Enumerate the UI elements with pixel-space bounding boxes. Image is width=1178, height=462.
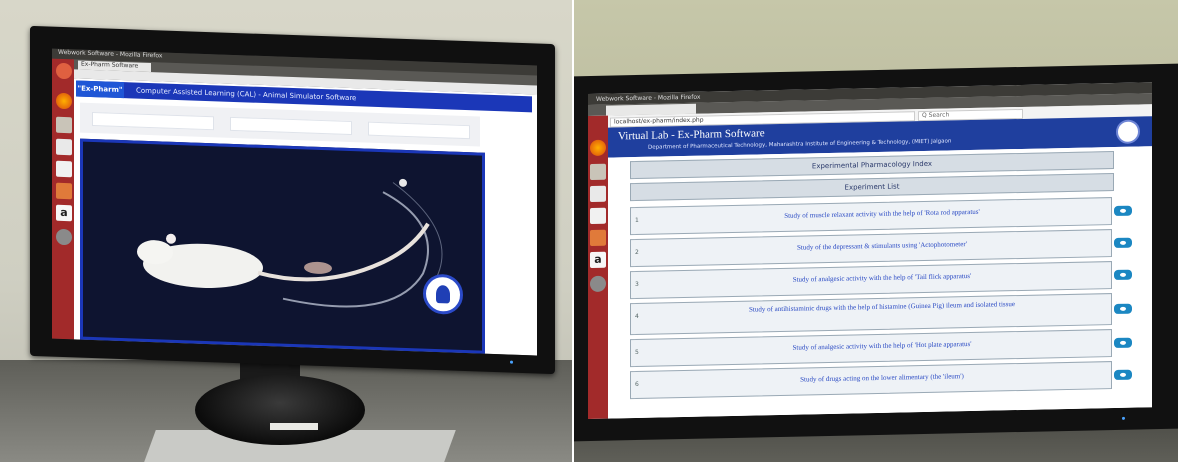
list-label: Experiment List xyxy=(844,182,900,192)
files-icon[interactable] xyxy=(56,116,72,134)
experiment-title[interactable]: Study of antihistaminic drugs with the h… xyxy=(659,298,1105,316)
base-label xyxy=(270,423,318,430)
experiment-number: 5 xyxy=(635,348,639,357)
input-field-1[interactable] xyxy=(92,111,214,131)
input-field-2[interactable] xyxy=(230,116,352,136)
view-experiment-button[interactable] xyxy=(1114,369,1132,381)
app-header-title: Computer Assisted Learning (CAL) - Anima… xyxy=(136,86,357,103)
window-title: Webwork Software - Mozilla Firefox xyxy=(58,48,163,60)
files-icon[interactable] xyxy=(590,163,606,180)
experiment-row: 4 Study of antihistaminic drugs with the… xyxy=(630,293,1112,336)
text-icon[interactable] xyxy=(590,207,606,224)
app-badge: "Ex-Pharm" xyxy=(76,80,124,99)
menu-label: Experimental Pharmacology Index xyxy=(811,159,933,171)
view-experiment-button[interactable] xyxy=(1114,303,1132,315)
view-experiment-button[interactable] xyxy=(1114,205,1132,217)
institute-logo xyxy=(1116,119,1140,144)
experiment-number: 2 xyxy=(635,248,639,257)
right-photo: Webwork Software - Mozilla Firefox local… xyxy=(574,0,1178,462)
app-header-title: Virtual Lab - Ex-Pharm Software xyxy=(618,127,765,143)
screen: Webwork Software - Mozilla Firefox local… xyxy=(588,82,1152,420)
presentation-icon[interactable] xyxy=(56,182,72,200)
experiment-row: 2 Study of the depressant & stimulants u… xyxy=(630,229,1112,268)
experiment-title[interactable]: Study of muscle relaxant activity with t… xyxy=(659,205,1105,222)
monitor-bezel: Webwork Software - Mozilla Firefox local… xyxy=(574,63,1178,442)
amazon-icon[interactable]: a xyxy=(56,204,72,222)
launcher: a xyxy=(588,115,608,420)
amazon-icon[interactable]: a xyxy=(590,251,606,268)
web-page: Virtual Lab - Ex-Pharm Software Departme… xyxy=(608,116,1152,419)
experiment-title[interactable]: Study of analgesic activity with the hel… xyxy=(659,269,1105,286)
monitor-bezel: Webwork Software - Mozilla Firefox Ex-Ph… xyxy=(30,25,555,375)
presentation-icon[interactable] xyxy=(590,229,606,246)
simulation-canvas xyxy=(80,138,485,354)
view-experiment-button[interactable] xyxy=(1114,337,1132,349)
text-icon[interactable] xyxy=(56,160,72,178)
ubuntu-icon[interactable] xyxy=(56,62,72,80)
power-led xyxy=(510,360,513,364)
settings-icon[interactable] xyxy=(590,275,606,292)
document-icon[interactable] xyxy=(590,185,606,202)
experiment-number: 1 xyxy=(635,216,639,225)
experiment-row: 1 Study of muscle relaxant activity with… xyxy=(630,197,1112,236)
firefox-icon[interactable] xyxy=(590,139,606,156)
experiment-title[interactable]: Study of drugs acting on the lower alime… xyxy=(659,369,1105,386)
view-experiment-button[interactable] xyxy=(1114,269,1132,281)
search-text: Q Search xyxy=(922,111,950,120)
experiment-row: 6 Study of drugs acting on the lower ali… xyxy=(630,361,1112,400)
experiment-number: 3 xyxy=(635,280,639,289)
screen: Webwork Software - Mozilla Firefox Ex-Ph… xyxy=(52,48,537,356)
settings-icon[interactable] xyxy=(56,228,72,246)
window-title: Webwork Software - Mozilla Firefox xyxy=(596,93,701,103)
input-field-3[interactable] xyxy=(368,121,470,140)
rat-image xyxy=(137,178,443,308)
experiment-number: 6 xyxy=(635,380,639,389)
power-led xyxy=(1122,416,1125,420)
experiment-title[interactable]: Study of the depressant & stimulants usi… xyxy=(659,237,1105,254)
firefox-icon[interactable] xyxy=(56,92,72,110)
document-icon[interactable] xyxy=(56,138,72,156)
web-page: "Ex-Pharm" Computer Assisted Learning (C… xyxy=(74,78,537,356)
left-photo: Webwork Software - Mozilla Firefox Ex-Ph… xyxy=(0,0,572,462)
launcher: a xyxy=(52,58,74,340)
experiment-row: 3 Study of analgesic activity with the h… xyxy=(630,261,1112,300)
url-text: localhost/ex-pharm/index.php xyxy=(614,116,704,126)
institute-logo xyxy=(423,273,463,315)
experiment-title[interactable]: Study of analgesic activity with the hel… xyxy=(659,337,1105,354)
tab-title: Ex-Pharm Software xyxy=(81,60,139,70)
content-panel: Experimental Pharmacology Index Experime… xyxy=(608,146,1152,419)
logo-tree-icon xyxy=(436,285,450,304)
view-experiment-button[interactable] xyxy=(1114,237,1132,249)
experiment-row: 5 Study of analgesic activity with the h… xyxy=(630,329,1112,368)
monitor-base xyxy=(195,375,365,445)
experiment-number: 4 xyxy=(635,312,639,321)
